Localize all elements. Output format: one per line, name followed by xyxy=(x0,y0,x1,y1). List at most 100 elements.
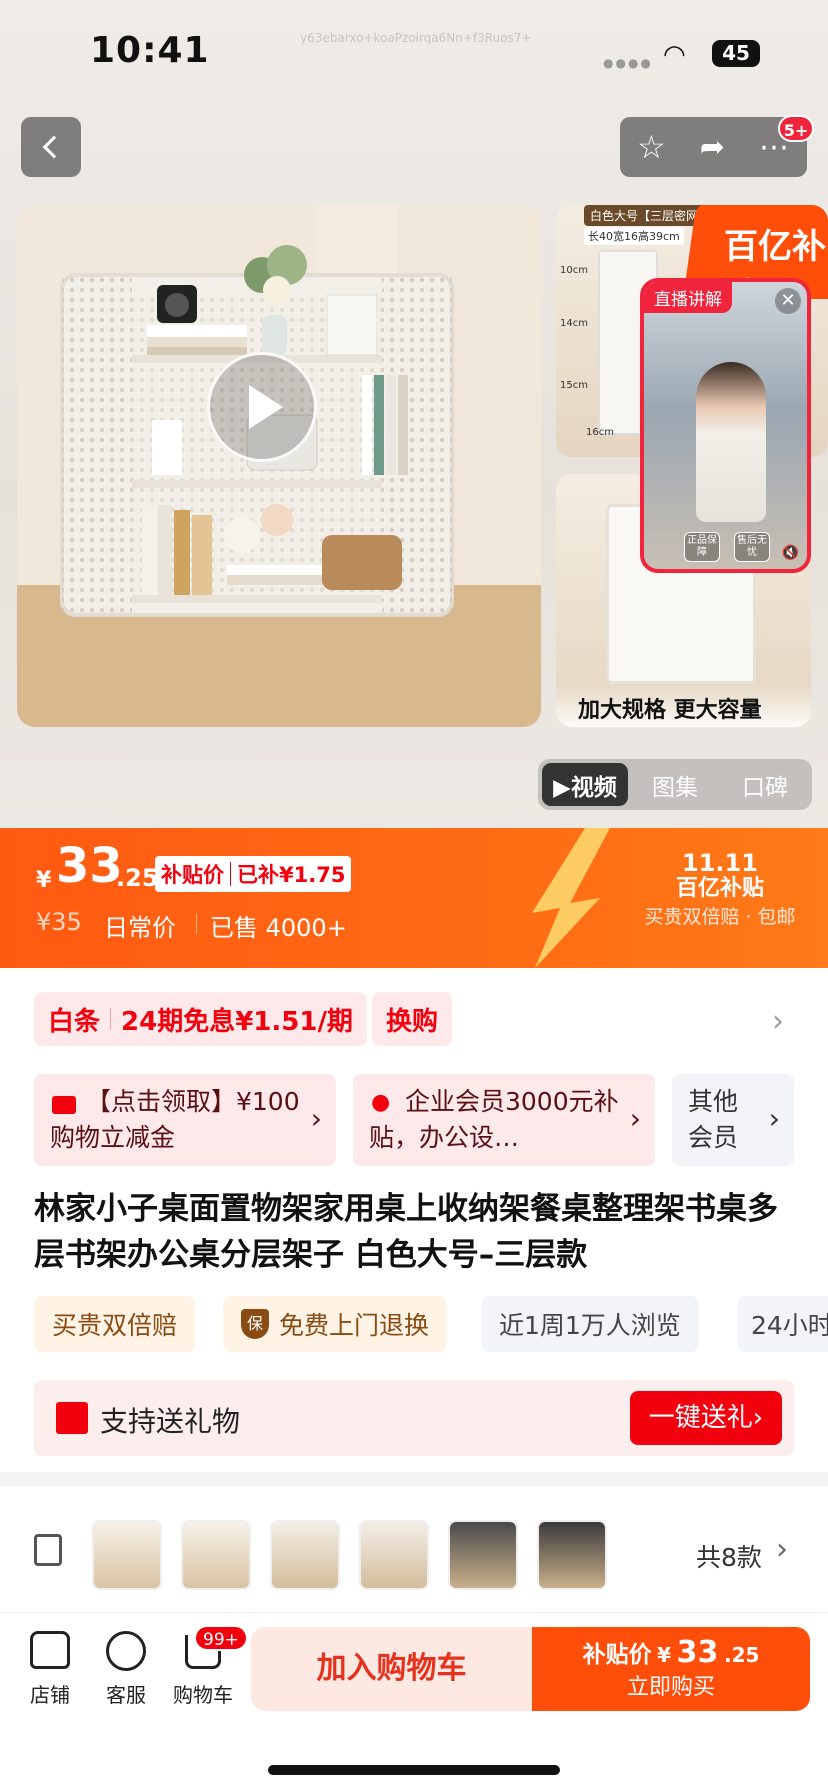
variant-strip[interactable]: 共8款 › xyxy=(0,1486,828,1612)
buy-price-currency: ¥ xyxy=(657,1643,672,1667)
gift-row[interactable]: 支持送礼物 一键送礼› xyxy=(34,1380,794,1456)
sold-count: 已售 4000+ xyxy=(210,914,347,942)
service-label: 客服 xyxy=(106,1683,146,1707)
customer-service-icon xyxy=(106,1631,146,1671)
notification-badge: 5+ xyxy=(778,115,814,142)
home-indicator xyxy=(268,1765,560,1775)
chevron-right-icon[interactable]: › xyxy=(772,1004,784,1039)
bottom-action-bar: 店铺 客服 购物车 99+ 加入购物车 补贴价 ¥ 33 .25 立即购买 xyxy=(0,1612,828,1792)
add-to-cart-button[interactable]: 加入购物车 xyxy=(251,1627,532,1711)
live-badge: 售后无忧 xyxy=(734,532,770,562)
price-divider xyxy=(196,914,197,934)
original-price: ¥35 xyxy=(36,908,82,936)
event-subtitle: 买贵双倍赔 · 包邮 xyxy=(644,906,796,928)
buy-now-button[interactable]: 补贴价 ¥ 33 .25 立即购买 xyxy=(532,1627,810,1711)
side-image-dims: 长40宽16高39cm xyxy=(584,227,684,245)
back-button[interactable] xyxy=(21,117,81,177)
baitiao-label: 白条 xyxy=(48,1006,101,1037)
event-badge[interactable]: 11.11 百亿补贴 买贵双倍赔 · 包邮 xyxy=(620,850,820,930)
chevron-right-icon: › xyxy=(310,1102,322,1135)
service-tag: 24小时 xyxy=(737,1296,828,1352)
dim-label: 16cm xyxy=(586,427,614,438)
original-price-label: 日常价 xyxy=(104,914,176,942)
close-icon[interactable]: ✕ xyxy=(775,288,801,314)
coupon-text: 其他会员 xyxy=(688,1087,739,1152)
bookshelf-illustration xyxy=(17,205,541,727)
media-tabs: ▶视频 图集 口碑 xyxy=(538,759,812,810)
wifi-icon: ◠ xyxy=(663,40,686,70)
coupon-text: 【点击领取】¥100购物立减金 xyxy=(50,1087,300,1152)
chevron-right-icon: › xyxy=(776,1532,788,1567)
service-tag: 买贵双倍赔 xyxy=(34,1296,196,1352)
signal-icon: ●●●● xyxy=(603,56,653,70)
event-title: 百亿补贴 xyxy=(675,876,764,901)
cart-label: 购物车 xyxy=(173,1683,233,1707)
gift-label: 支持送礼物 xyxy=(100,1405,241,1438)
product-title: 林家小子桌面置物架家用桌上收纳架餐桌整理架书桌多层书架办公桌分层架子 白色大号–… xyxy=(34,1191,778,1273)
service-tag-label: 免费上门退换 xyxy=(279,1311,430,1340)
store-button[interactable]: 店铺 xyxy=(20,1631,80,1708)
service-tags-row[interactable]: 买贵双倍赔 保 免费上门退换 近1周1万人浏览 24小时 xyxy=(34,1296,828,1352)
product-media-gallery[interactable]: 白色大号【三层密网款】 长40宽16高39cm 10cm 14cm 15cm 1… xyxy=(0,0,828,828)
battery-icon: 45 xyxy=(712,40,760,67)
variant-thumb[interactable] xyxy=(181,1520,251,1590)
baitiao-offer-text: 24期免息¥1.51/期 xyxy=(121,1006,353,1037)
exchange-label: 换购 xyxy=(386,1006,439,1037)
exchange-offer[interactable]: 换购 xyxy=(372,992,453,1046)
variant-thumb[interactable] xyxy=(359,1520,429,1590)
variant-thumb[interactable] xyxy=(92,1520,162,1590)
variant-thumb[interactable] xyxy=(537,1520,607,1590)
send-gift-button[interactable]: 一键送礼› xyxy=(630,1391,782,1445)
play-button[interactable] xyxy=(207,352,317,462)
lightning-decoration xyxy=(532,828,610,968)
watermark-text: y63ebarxo+koaPzoirqa6Nn+f3Ruos7+ xyxy=(300,31,532,45)
main-product-image[interactable] xyxy=(17,205,541,727)
chevron-right-icon: › xyxy=(768,1102,780,1135)
share-icon[interactable]: ➦ xyxy=(700,130,725,165)
subsidy-tag: 补贴价 已补¥1.75 xyxy=(155,856,352,892)
price-integer: 33 xyxy=(56,838,123,894)
service-tag-return: 保 免费上门退换 xyxy=(223,1296,448,1352)
service-button[interactable]: 客服 xyxy=(96,1631,156,1708)
live-badge: 正品保障 xyxy=(684,532,720,562)
coupon-card-shopping[interactable]: 【点击领取】¥100购物立减金 › xyxy=(34,1074,336,1166)
buy-now-label: 立即购买 xyxy=(626,1675,715,1700)
price-decimal: .25 xyxy=(116,864,159,892)
presenter-figure xyxy=(696,362,766,522)
variant-count: 共8款 xyxy=(696,1543,762,1572)
dim-label: 15cm xyxy=(560,380,588,391)
price-banner: ¥ 33 .25 补贴价 已补¥1.75 ¥35 日常价 已售 4000+ 11… xyxy=(0,828,828,968)
gift-icon xyxy=(56,1402,88,1434)
chevron-right-icon: › xyxy=(629,1102,641,1135)
price-currency: ¥ xyxy=(36,868,52,893)
cart-badge: 99+ xyxy=(194,1625,248,1651)
coupon-text: 企业会员3000元补贴，办公设… xyxy=(369,1087,619,1152)
store-icon xyxy=(30,1631,70,1669)
buy-price-int: 33 xyxy=(676,1635,719,1670)
store-label: 店铺 xyxy=(30,1683,70,1707)
variant-thumb[interactable] xyxy=(270,1520,340,1590)
status-bar: 10:41 y63ebarxo+koaPzoirqa6Nn+f3Ruos7+ ●… xyxy=(0,0,828,110)
tag-divider xyxy=(230,862,231,886)
chevron-left-icon xyxy=(42,135,66,159)
live-stream-overlay[interactable]: 直播讲解 ✕ 正品保障 售后无忧 🔇 xyxy=(640,278,811,573)
product-detail-section: 白条 24期免息¥1.51/期 换购 › 【点击领取】¥100购物立减金 › ●… xyxy=(0,968,828,1472)
shield-icon: 保 xyxy=(241,1309,269,1339)
coupon-card-enterprise[interactable]: ● 企业会员3000元补贴，办公设… › xyxy=(353,1074,655,1166)
offer-divider xyxy=(110,1008,112,1030)
coupon-card-other[interactable]: 其他会员 › xyxy=(672,1074,794,1166)
side-bottom-caption: 加大规格 更大容量 xyxy=(578,698,762,723)
baitiao-offer[interactable]: 白条 24期免息¥1.51/期 xyxy=(34,992,367,1046)
status-time: 10:41 xyxy=(90,30,210,71)
star-icon[interactable]: ☆ xyxy=(637,128,666,166)
variant-thumb[interactable] xyxy=(448,1520,518,1590)
subsidy-tag-label: 补贴价 xyxy=(161,863,224,887)
buy-price-dec: .25 xyxy=(723,1643,760,1667)
mute-icon[interactable]: 🔇 xyxy=(782,545,799,561)
tab-gallery[interactable]: 图集 xyxy=(632,763,718,806)
tab-video[interactable]: ▶视频 xyxy=(542,763,628,806)
variant-icon xyxy=(34,1534,62,1566)
subsidy-amount: 已补¥1.75 xyxy=(237,863,346,887)
tab-reviews[interactable]: 口碑 xyxy=(722,763,808,806)
dim-label: 14cm xyxy=(560,318,588,329)
